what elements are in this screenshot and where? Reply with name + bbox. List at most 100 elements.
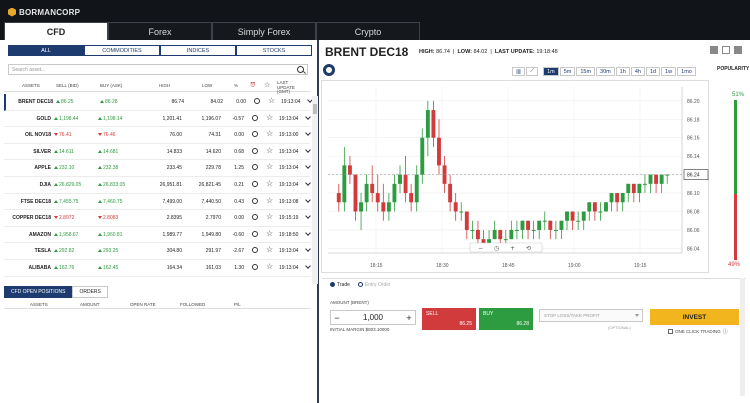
asset-scrollbar[interactable] bbox=[312, 96, 318, 284]
buy-price-cell[interactable]: 232.38 bbox=[98, 165, 118, 171]
buy-price-cell[interactable]: 1,960.81 bbox=[98, 232, 122, 238]
chevron-down-icon[interactable] bbox=[305, 213, 311, 219]
alarm-icon[interactable] bbox=[252, 263, 258, 270]
mode-entry[interactable]: Entry Order bbox=[357, 282, 391, 288]
radio-entry[interactable] bbox=[357, 282, 363, 288]
sell-price-cell[interactable]: 162.76 bbox=[54, 265, 74, 271]
star-icon[interactable]: ☆ bbox=[266, 146, 273, 155]
chart-settings-icon[interactable] bbox=[323, 64, 335, 76]
sell-price-cell[interactable]: 86.25 bbox=[56, 99, 74, 105]
alarm-icon[interactable] bbox=[252, 180, 258, 187]
table-row[interactable]: OIL NOV18 76.41 76.46 76.00 74.31 0.00 ☆ 19:13:… bbox=[4, 127, 311, 144]
star-icon[interactable]: ☆ bbox=[266, 229, 273, 238]
chevron-down-icon[interactable] bbox=[305, 180, 311, 186]
table-row[interactable]: BRENT DEC18 86.25 86.28 86.74 84.02 0.00 ☆ 19:1… bbox=[4, 94, 313, 111]
candlestick-chart[interactable]: 86.2086.1886.1686.1486.1286.1086.0886.06… bbox=[322, 81, 710, 274]
chevron-down-icon[interactable] bbox=[305, 130, 311, 137]
tf-1d[interactable]: 1d bbox=[646, 67, 661, 76]
table-row[interactable]: AMAZON 1,958.67 1,960.81 1,989.77 1,949.80 -0… bbox=[4, 227, 311, 244]
scroll-thumb[interactable] bbox=[313, 104, 317, 114]
one-click-trading[interactable]: ONE CLICK TRADING ⓘ bbox=[668, 328, 728, 335]
sell-price-cell[interactable]: 1,198.44 bbox=[54, 116, 78, 122]
split-view-icon[interactable] bbox=[722, 46, 730, 54]
alarm-icon[interactable] bbox=[254, 98, 260, 104]
tf-1h[interactable]: 1h bbox=[615, 67, 630, 76]
star-icon[interactable]: ☆ bbox=[266, 113, 273, 122]
increase-button[interactable]: + bbox=[403, 313, 415, 323]
chart-type-candle-icon[interactable]: ▥ bbox=[512, 67, 526, 76]
tab-orders[interactable]: ORDERS bbox=[72, 286, 108, 298]
sell-button[interactable]: SELL 86.25 bbox=[422, 308, 476, 330]
table-row[interactable]: TESLA 292.82 293.25 304.80 291.97 -2.67 ☆ 19:13… bbox=[4, 243, 311, 260]
alarm-icon[interactable] bbox=[252, 230, 258, 237]
mode-trade[interactable]: Trade bbox=[330, 282, 350, 288]
star-icon[interactable]: ☆ bbox=[266, 196, 273, 205]
trade-panel-scrollbar[interactable] bbox=[740, 278, 745, 396]
alarm-icon[interactable] bbox=[252, 131, 258, 138]
star-icon[interactable]: ☆ bbox=[266, 179, 273, 188]
filter-stocks[interactable]: STOCKS bbox=[236, 45, 312, 56]
tab-simply-forex[interactable]: Simply Forex bbox=[212, 22, 316, 40]
chevron-down-icon[interactable] bbox=[305, 163, 311, 170]
tf-1w[interactable]: 1w bbox=[661, 67, 677, 76]
buy-price-cell[interactable]: 7,460.75 bbox=[98, 199, 122, 205]
tab-cfd[interactable]: CFD bbox=[4, 22, 108, 40]
chevron-down-icon[interactable] bbox=[305, 113, 311, 120]
tf-1mo[interactable]: 1mo bbox=[677, 67, 696, 76]
filter-all[interactable]: ALL bbox=[8, 45, 84, 56]
stop-loss-dropdown[interactable]: STOP LOSS/TAKE PROFIT bbox=[539, 309, 643, 322]
radio-trade[interactable] bbox=[330, 282, 335, 288]
tf-30m[interactable]: 30m bbox=[596, 67, 615, 76]
buy-price-cell[interactable]: 14.681 bbox=[98, 149, 118, 155]
filter-commodities[interactable]: COMMODITIES bbox=[84, 45, 160, 56]
sell-price-cell[interactable]: 292.82 bbox=[54, 248, 74, 254]
zoom-in-icon[interactable]: + bbox=[510, 245, 515, 252]
buy-price-cell[interactable]: 2.8083 bbox=[98, 215, 118, 221]
sell-price-cell[interactable]: 26,829.05 bbox=[54, 182, 81, 188]
tf-5m[interactable]: 5m bbox=[559, 67, 576, 76]
star-icon[interactable]: ☆ bbox=[268, 96, 275, 105]
buy-price-cell[interactable]: 1,198.14 bbox=[98, 116, 122, 122]
zoom-out-icon[interactable]: − bbox=[478, 245, 483, 252]
decrease-button[interactable]: − bbox=[331, 313, 343, 323]
alarm-icon[interactable] bbox=[252, 247, 258, 254]
filter-indices[interactable]: INDICES bbox=[160, 45, 236, 56]
alarm-icon[interactable] bbox=[252, 147, 258, 154]
chevron-down-icon[interactable] bbox=[305, 196, 311, 203]
sell-price-cell[interactable]: 14.611 bbox=[54, 149, 74, 155]
star-icon[interactable]: ☆ bbox=[266, 212, 273, 221]
table-row[interactable]: ALIBABA 162.76 162.45 164.34 161.03 1.30 ☆ 19:1… bbox=[4, 260, 311, 277]
buy-price-cell[interactable]: 293.25 bbox=[98, 248, 118, 254]
sell-price-cell[interactable]: 1,958.67 bbox=[54, 232, 78, 238]
alarm-icon[interactable] bbox=[252, 164, 258, 171]
tf-4h[interactable]: 4h bbox=[630, 67, 645, 76]
amount-value[interactable]: 1,000 bbox=[343, 313, 403, 322]
invest-button[interactable]: INVEST bbox=[650, 309, 739, 325]
reset-icon[interactable]: ◷ bbox=[494, 245, 499, 252]
star-icon[interactable]: ☆ bbox=[266, 129, 273, 138]
buy-price-cell[interactable]: 86.28 bbox=[100, 99, 118, 105]
alarm-icon[interactable] bbox=[252, 214, 258, 221]
table-row[interactable]: APPLE 232.10 232.38 233.45 229.78 1.25 ☆ 19:13:… bbox=[4, 160, 311, 177]
refresh-icon[interactable]: ⟲ bbox=[526, 245, 531, 252]
alarm-icon[interactable] bbox=[252, 197, 258, 204]
star-icon[interactable]: ☆ bbox=[266, 245, 273, 254]
star-icon[interactable]: ☆ bbox=[266, 262, 273, 271]
chart-type-line-icon[interactable]: ⟋ bbox=[526, 67, 539, 76]
sell-price-cell[interactable]: 2.8072 bbox=[54, 215, 74, 221]
tab-open-positions[interactable]: CFD OPEN POSITIONS bbox=[4, 286, 73, 298]
buy-price-cell[interactable]: 162.45 bbox=[98, 265, 118, 271]
chevron-down-icon[interactable] bbox=[305, 229, 311, 236]
sell-price-cell[interactable]: 232.10 bbox=[54, 165, 74, 171]
tf-1m[interactable]: 1m bbox=[543, 67, 559, 76]
sell-price-cell[interactable]: 76.41 bbox=[54, 132, 72, 138]
price-chart[interactable]: 86.2086.1886.1686.1486.1286.1086.0886.06… bbox=[321, 80, 709, 273]
chevron-down-icon[interactable] bbox=[305, 246, 311, 253]
search-icon[interactable] bbox=[297, 66, 304, 73]
buy-button[interactable]: BUY 86.28 bbox=[479, 308, 533, 330]
grid-view-icon[interactable] bbox=[734, 46, 742, 54]
star-icon[interactable]: ☆ bbox=[266, 162, 273, 171]
table-row[interactable]: SILVER 14.611 14.681 14.833 14.620 0.68 ☆ 19:13… bbox=[4, 144, 311, 161]
amount-stepper[interactable]: − 1,000 + bbox=[330, 310, 416, 325]
tf-15m[interactable]: 15m bbox=[576, 67, 596, 76]
